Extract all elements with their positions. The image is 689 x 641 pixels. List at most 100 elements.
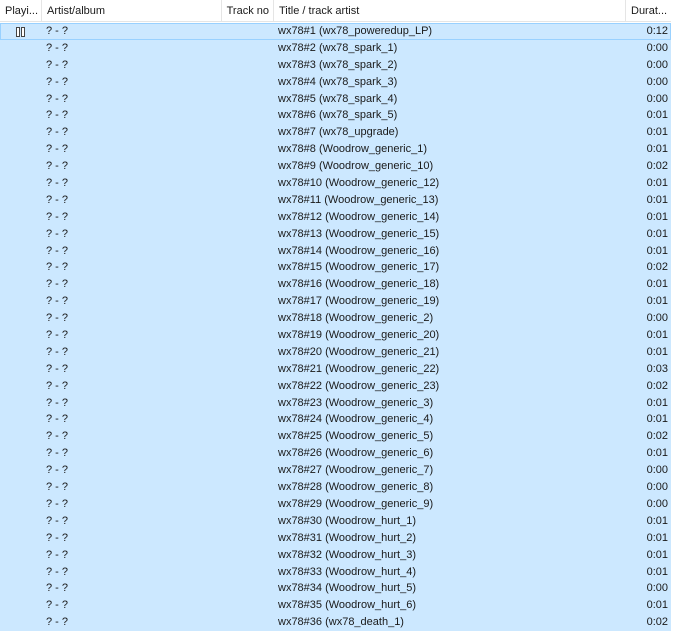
duration-cell: 0:01: [646, 514, 668, 527]
playlist-list[interactable]: ? - ? wx78#1 (wx78_poweredup_LP) 0:12? - ?…: [0, 23, 671, 632]
table-row[interactable]: ? - ? wx78#3 (wx78_spark_2) 0:00: [0, 56, 671, 74]
column-header-playing[interactable]: Playi...: [0, 0, 42, 22]
duration-cell: 0:00: [646, 497, 668, 510]
table-row[interactable]: ? - ? wx78#36 (wx78_death_1) 0:02: [0, 614, 671, 632]
title-cell: wx78#2 (wx78_spark_1): [278, 41, 398, 54]
table-row[interactable]: ? - ? wx78#2 (wx78_spark_1) 0:00: [0, 39, 671, 57]
title-cell: wx78#9 (Woodrow_generic_10): [278, 160, 434, 173]
playing-indicator-cell: [0, 327, 42, 344]
table-row[interactable]: ? - ? wx78#34 (Woodrow_hurt_5) 0:00: [0, 580, 671, 598]
duration-cell: 0:00: [646, 312, 668, 325]
table-row[interactable]: ? - ? wx78#29 (Woodrow_generic_9) 0:00: [0, 495, 671, 513]
playing-indicator-cell: [0, 496, 42, 513]
track-no-cell: [222, 107, 272, 124]
table-row[interactable]: ? - ? wx78#5 (wx78_spark_4) 0:00: [0, 90, 671, 108]
table-row[interactable]: ? - ? wx78#32 (Woodrow_hurt_3) 0:01: [0, 546, 671, 564]
duration-cell: 0:00: [646, 75, 668, 88]
title-cell: wx78#35 (Woodrow_hurt_6): [278, 599, 416, 612]
table-row[interactable]: ? - ? wx78#13 (Woodrow_generic_15) 0:01: [0, 225, 671, 243]
duration-cell: 0:00: [646, 41, 668, 54]
artist-album-cell: ? - ?: [46, 92, 69, 105]
playing-indicator-cell: [0, 276, 42, 293]
duration-cell: 0:03: [646, 362, 668, 375]
playing-indicator-cell: [0, 445, 42, 462]
title-cell: wx78#15 (Woodrow_generic_17): [278, 261, 440, 274]
track-no-cell: [222, 378, 272, 395]
table-row[interactable]: ? - ? wx78#17 (Woodrow_generic_19) 0:01: [0, 293, 671, 311]
artist-album-cell: ? - ?: [46, 177, 69, 190]
duration-cell: 0:01: [646, 126, 668, 139]
playing-indicator-cell: [0, 411, 42, 428]
table-row[interactable]: ? - ? wx78#27 (Woodrow_generic_7) 0:00: [0, 462, 671, 480]
table-row[interactable]: ? - ? wx78#10 (Woodrow_generic_12) 0:01: [0, 175, 671, 192]
duration-cell: 0:00: [646, 92, 668, 105]
table-row[interactable]: ? - ? wx78#1 (wx78_poweredup_LP) 0:12: [0, 23, 671, 40]
track-no-cell: [222, 91, 272, 108]
table-row[interactable]: ? - ? wx78#28 (Woodrow_generic_8) 0:00: [0, 479, 671, 496]
playing-indicator-cell: [0, 91, 42, 108]
title-cell: wx78#27 (Woodrow_generic_7): [278, 464, 434, 477]
column-header-duration[interactable]: Durat...: [626, 0, 671, 22]
duration-cell: 0:01: [646, 109, 668, 122]
table-row[interactable]: ? - ? wx78#19 (Woodrow_generic_20) 0:01: [0, 327, 671, 344]
track-no-cell: [222, 209, 272, 226]
table-row[interactable]: ? - ? wx78#30 (Woodrow_hurt_1) 0:01: [0, 512, 671, 530]
track-no-cell: [222, 513, 272, 530]
title-cell: wx78#29 (Woodrow_generic_9): [278, 497, 434, 510]
artist-album-cell: ? - ?: [46, 41, 69, 54]
table-row[interactable]: ? - ? wx78#25 (Woodrow_generic_5) 0:02: [0, 428, 671, 446]
title-cell: wx78#3 (wx78_spark_2): [278, 58, 398, 71]
column-header-track-no[interactable]: Track no: [222, 0, 274, 22]
track-no-cell: [222, 327, 272, 344]
table-row[interactable]: ? - ? wx78#20 (Woodrow_generic_21) 0:01: [0, 343, 671, 361]
table-row[interactable]: ? - ? wx78#16 (Woodrow_generic_18) 0:01: [0, 276, 671, 294]
playing-indicator-cell: [0, 428, 42, 445]
playing-indicator-cell: [0, 57, 42, 74]
track-no-cell: [222, 74, 272, 91]
table-row[interactable]: ? - ? wx78#24 (Woodrow_generic_4) 0:01: [0, 411, 671, 429]
track-no-cell: [222, 530, 272, 547]
title-cell: wx78#23 (Woodrow_generic_3): [278, 396, 434, 409]
track-no-cell: [222, 445, 272, 462]
table-row[interactable]: ? - ? wx78#15 (Woodrow_generic_17) 0:02: [0, 259, 671, 277]
table-row[interactable]: ? - ? wx78#14 (Woodrow_generic_16) 0:01: [0, 242, 671, 260]
table-row[interactable]: ? - ? wx78#22 (Woodrow_generic_23) 0:02: [0, 377, 671, 395]
duration-cell: 0:01: [646, 177, 668, 190]
table-row[interactable]: ? - ? wx78#4 (wx78_spark_3) 0:00: [0, 73, 671, 91]
table-row[interactable]: ? - ? wx78#12 (Woodrow_generic_14) 0:01: [0, 208, 671, 226]
column-header-artist-album[interactable]: Artist/album: [42, 0, 222, 22]
playing-indicator-cell: [0, 141, 42, 158]
artist-album-cell: ? - ?: [46, 447, 69, 460]
table-row[interactable]: ? - ? wx78#23 (Woodrow_generic_3) 0:01: [0, 394, 671, 412]
table-row[interactable]: ? - ? wx78#33 (Woodrow_hurt_4) 0:01: [0, 563, 671, 581]
table-row[interactable]: ? - ? wx78#7 (wx78_upgrade) 0:01: [0, 124, 671, 142]
track-no-cell: [222, 496, 272, 513]
table-row[interactable]: ? - ? wx78#6 (wx78_spark_5) 0:01: [0, 107, 671, 125]
table-row[interactable]: ? - ? wx78#26 (Woodrow_generic_6) 0:01: [0, 445, 671, 463]
playlist-header: Playi... Artist/album Track no Title / t…: [0, 0, 671, 22]
track-no-cell: [222, 580, 272, 597]
table-row[interactable]: ? - ? wx78#9 (Woodrow_generic_10) 0:02: [0, 158, 671, 176]
column-header-title-track-artist[interactable]: Title / track artist: [274, 0, 626, 22]
track-no-cell: [222, 462, 272, 479]
duration-cell: 0:01: [646, 413, 668, 426]
duration-cell: 0:01: [646, 244, 668, 257]
playing-indicator-cell: [0, 462, 42, 479]
title-cell: wx78#1 (wx78_poweredup_LP): [278, 25, 433, 37]
track-no-cell: [222, 479, 272, 496]
playing-indicator-cell: [0, 310, 42, 327]
track-no-cell: [222, 344, 272, 361]
table-row[interactable]: ? - ? wx78#21 (Woodrow_generic_22) 0:03: [0, 360, 671, 378]
table-row[interactable]: ? - ? wx78#31 (Woodrow_hurt_2) 0:01: [0, 529, 671, 547]
table-row[interactable]: ? - ? wx78#18 (Woodrow_generic_2) 0:00: [0, 310, 671, 328]
artist-album-cell: ? - ?: [46, 481, 69, 494]
playing-indicator-cell: [0, 361, 42, 378]
duration-cell: 0:02: [646, 160, 668, 173]
table-row[interactable]: ? - ? wx78#8 (Woodrow_generic_1) 0:01: [0, 141, 671, 159]
table-row[interactable]: ? - ? wx78#35 (Woodrow_hurt_6) 0:01: [0, 597, 671, 615]
artist-album-cell: ? - ?: [46, 548, 69, 561]
table-row[interactable]: ? - ? wx78#11 (Woodrow_generic_13) 0:01: [0, 191, 671, 209]
artist-album-cell: ? - ?: [46, 143, 69, 156]
artist-album-cell: ? - ?: [46, 210, 69, 223]
playing-indicator-cell: [0, 479, 42, 496]
